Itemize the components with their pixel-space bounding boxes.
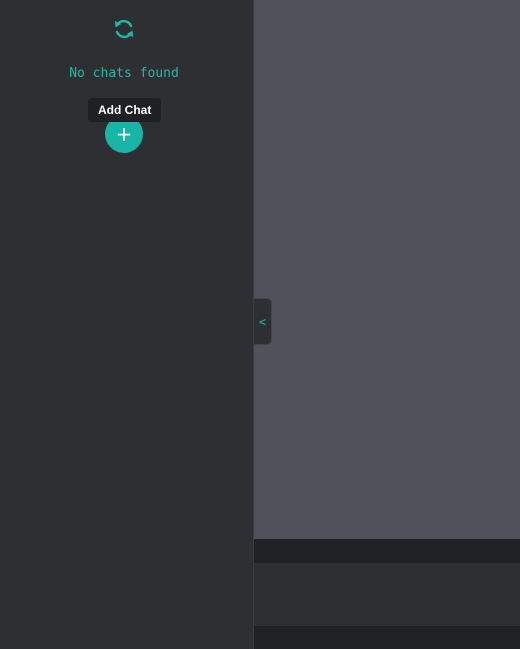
refresh-button[interactable] [110, 15, 138, 43]
chat-sidebar: No chats found + Add Chat [0, 0, 254, 649]
no-chats-message: No chats found [69, 66, 179, 81]
plus-icon: + [115, 122, 133, 146]
message-input[interactable] [254, 563, 520, 626]
refresh-icon [115, 19, 133, 39]
add-chat-tooltip: Add Chat [88, 98, 162, 122]
app-window: No chats found + Add Chat < [0, 0, 520, 649]
collapse-sidebar-button[interactable]: < [254, 298, 272, 345]
message-composer-area [254, 539, 520, 649]
chevron-left-icon: < [258, 314, 267, 329]
